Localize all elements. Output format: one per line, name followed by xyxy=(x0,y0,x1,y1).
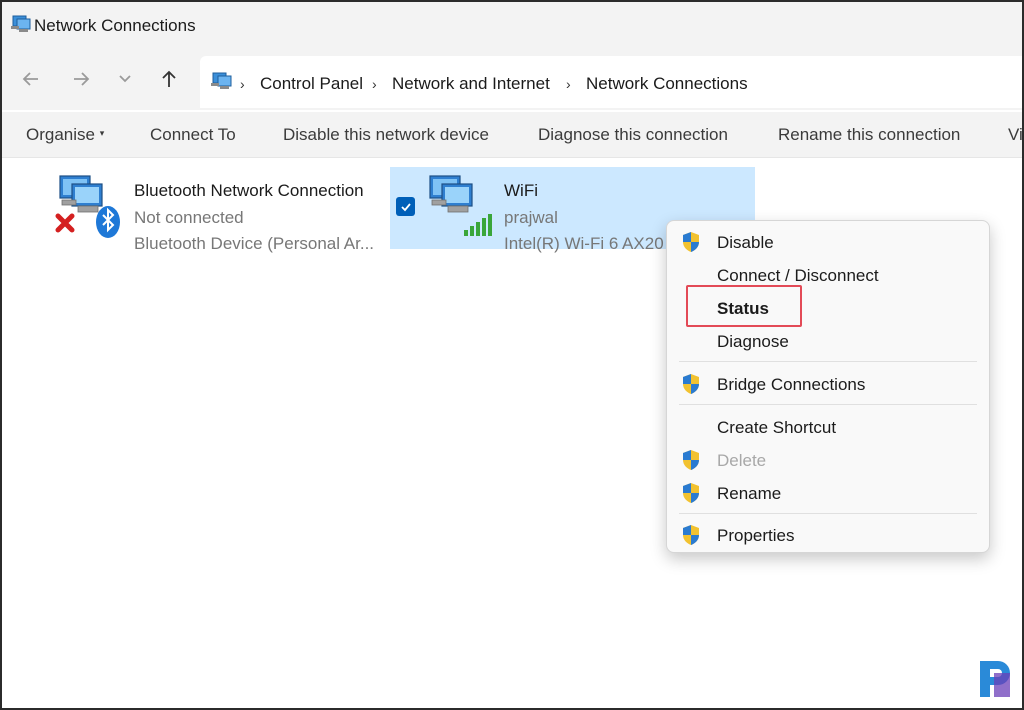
navigation-bar: › Control Panel › Network and Internet ›… xyxy=(2,52,1022,110)
address-bar[interactable]: › Control Panel › Network and Internet ›… xyxy=(200,56,1022,108)
menu-item-properties[interactable]: Properties xyxy=(667,519,989,551)
recent-locations-button[interactable] xyxy=(110,64,140,94)
disable-device-button[interactable]: Disable this network device xyxy=(283,125,489,145)
chevron-down-icon xyxy=(119,75,131,83)
breadcrumb-network-connections[interactable]: Network Connections xyxy=(586,74,748,94)
breadcrumb-separator: › xyxy=(240,76,245,92)
menu-item-delete: Delete xyxy=(667,444,989,476)
menu-separator xyxy=(679,404,977,405)
uac-shield-icon xyxy=(683,232,699,252)
status-highlight-annotation xyxy=(686,285,802,327)
menu-item-rename[interactable]: Rename xyxy=(667,477,989,509)
arrow-right-icon xyxy=(74,72,90,86)
menu-item-diagnose[interactable]: Diagnose xyxy=(667,325,989,357)
organise-button[interactable]: Organise ▾ xyxy=(26,125,104,145)
breadcrumb-network-and-internet[interactable]: Network and Internet xyxy=(392,74,550,94)
forward-button[interactable] xyxy=(66,64,96,94)
title-bar: Network Connections xyxy=(2,2,1022,52)
breadcrumb-control-panel[interactable]: Control Panel xyxy=(260,74,363,94)
connection-name: Bluetooth Network Connection xyxy=(134,181,364,200)
menu-item-bridge-connections[interactable]: Bridge Connections xyxy=(667,368,989,400)
uac-shield-icon xyxy=(683,450,699,470)
context-menu: Disable Connect / Disconnect Status Diag… xyxy=(666,220,990,553)
uac-shield-icon xyxy=(683,483,699,503)
breadcrumb-separator: › xyxy=(566,76,571,92)
arrow-left-icon xyxy=(22,72,38,86)
diagnose-connection-button[interactable]: Diagnose this connection xyxy=(538,125,728,145)
rename-connection-button[interactable]: Rename this connection xyxy=(778,125,960,145)
uac-shield-icon xyxy=(683,525,699,545)
up-button[interactable] xyxy=(154,64,184,94)
arrow-up-icon xyxy=(162,70,176,87)
connection-status: prajwal xyxy=(504,208,558,227)
menu-item-create-shortcut[interactable]: Create Shortcut xyxy=(667,411,989,443)
selection-checkbox[interactable] xyxy=(396,197,415,216)
menu-item-disable[interactable]: Disable xyxy=(667,226,989,258)
view-status-button[interactable]: Vi xyxy=(1008,125,1022,145)
menu-separator xyxy=(679,361,977,362)
command-bar: Organise ▾ Connect To Disable this netwo… xyxy=(2,112,1022,158)
breadcrumb-separator: › xyxy=(372,76,377,92)
uac-shield-icon xyxy=(683,374,699,394)
window: Network Connections › Control Panel › Ne… xyxy=(0,0,1024,710)
menu-separator xyxy=(679,513,977,514)
connect-to-button[interactable]: Connect To xyxy=(150,125,236,145)
back-button[interactable] xyxy=(16,64,46,94)
checkmark-icon xyxy=(400,202,411,211)
connection-device: Intel(R) Wi-Fi 6 AX20 xyxy=(504,234,664,253)
network-connections-icon xyxy=(211,72,232,89)
connection-name: WiFi xyxy=(504,181,538,200)
dropdown-arrow-icon: ▾ xyxy=(99,128,105,138)
wifi-adapter-icon xyxy=(429,175,492,236)
network-connections-icon xyxy=(11,15,31,32)
watermark-logo-icon xyxy=(980,661,1010,697)
bluetooth-network-adapter-icon xyxy=(55,175,120,238)
window-title: Network Connections xyxy=(34,16,196,35)
connection-status: Not connected xyxy=(134,208,244,227)
connection-device: Bluetooth Device (Personal Ar... xyxy=(134,234,375,253)
